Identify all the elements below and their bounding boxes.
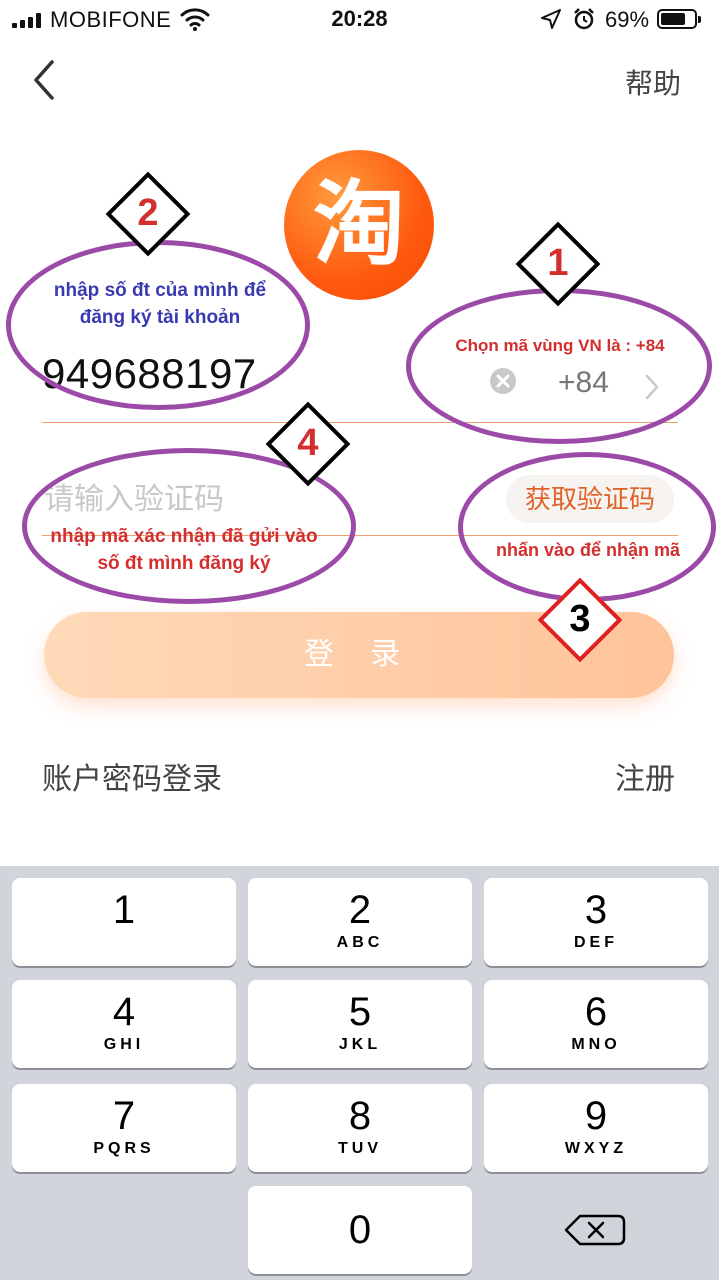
annotation-ellipse-3	[458, 452, 716, 602]
key-1[interactable]: 1	[12, 878, 236, 966]
annotation-text-4: nhập mã xác nhận đã gửi vào số đt mình đ…	[50, 526, 318, 574]
numeric-keypad: 1 2 ABC 3 DEF 4 GHI 5 JKL 6 MNO 7 PQRS 8…	[0, 866, 719, 1280]
key-0[interactable]: 0	[248, 1186, 472, 1274]
annotation-number-2: 2	[137, 192, 159, 234]
annotation-text-3: nhấn vào để nhận mã	[495, 540, 681, 560]
key-digit: 5	[348, 990, 372, 1034]
annotation-number-3: 3	[569, 598, 591, 640]
key-letters: PQRS	[93, 1140, 155, 1157]
key-digit: 8	[348, 1094, 372, 1138]
key-letters: GHI	[103, 1036, 145, 1053]
key-letters: DEF	[574, 934, 618, 951]
location-icon	[541, 9, 561, 29]
key-7[interactable]: 7 PQRS	[12, 1084, 236, 1172]
key-4[interactable]: 4 GHI	[12, 980, 236, 1068]
key-digit: 1	[112, 888, 136, 932]
key-letters: ABC	[336, 934, 384, 951]
key-digit: 6	[584, 990, 608, 1034]
key-letters: TUV	[338, 1140, 382, 1157]
key-digit: 0	[348, 1208, 372, 1252]
battery-icon	[657, 9, 701, 29]
key-digit: 4	[112, 990, 136, 1034]
annotation-number-1: 1	[547, 242, 569, 284]
key-letters: JKL	[338, 1036, 382, 1053]
alarm-icon	[574, 8, 594, 30]
register-link[interactable]: 注册	[615, 754, 675, 798]
annotation-text-1: Chọn mã vùng VN là : +84	[455, 336, 665, 355]
backspace-icon	[564, 1214, 626, 1246]
battery-percent: 69%	[605, 7, 650, 32]
key-6[interactable]: 6 MNO	[484, 980, 708, 1068]
status-bar: MOBIFONE 20:28 69%	[0, 0, 719, 40]
delete-key[interactable]	[484, 1186, 708, 1274]
back-button[interactable]	[28, 58, 64, 102]
password-login-link[interactable]: 账户密码登录	[42, 754, 222, 798]
taobao-logo: 淘	[284, 150, 434, 300]
key-letters: WXYZ	[564, 1140, 628, 1157]
key-digit: 9	[584, 1094, 608, 1138]
key-2[interactable]: 2 ABC	[248, 878, 472, 966]
key-5[interactable]: 5 JKL	[248, 980, 472, 1068]
annotation-ellipse-1	[406, 288, 712, 444]
key-letters: MNO	[571, 1036, 621, 1053]
key-3[interactable]: 3 DEF	[484, 878, 708, 966]
annotation-number-4: 4	[297, 422, 319, 464]
key-digit: 7	[112, 1094, 136, 1138]
key-9[interactable]: 9 WXYZ	[484, 1084, 708, 1172]
key-8[interactable]: 8 TUV	[248, 1084, 472, 1172]
annotation-text-2: nhập số đt của mình để đăng ký tài khoản	[53, 280, 267, 328]
key-digit: 3	[584, 888, 608, 932]
logo-text: 淘	[312, 171, 405, 278]
key-digit: 2	[348, 888, 372, 932]
help-link[interactable]: 帮助	[625, 62, 681, 102]
